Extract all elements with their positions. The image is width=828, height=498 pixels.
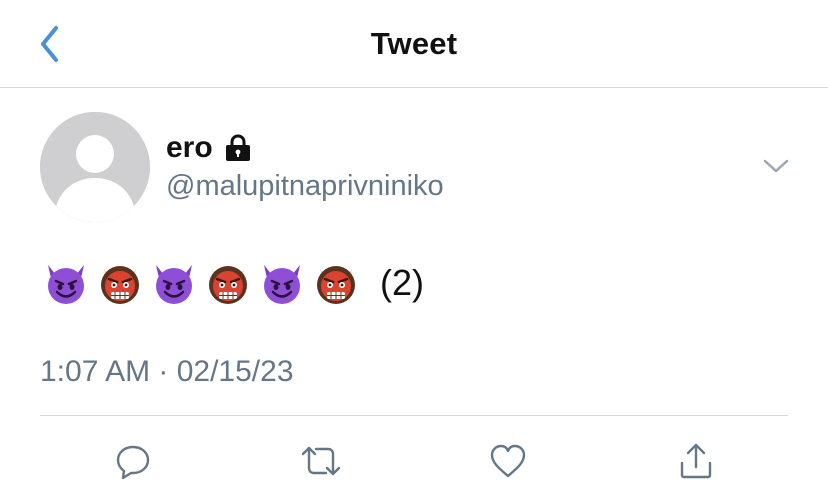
- retweet-button[interactable]: [296, 436, 346, 486]
- lock-icon: [223, 134, 253, 162]
- tweet-timestamp: 1:07 AM · 02/15/23: [40, 355, 294, 388]
- display-name[interactable]: ero: [166, 131, 213, 165]
- tweet-text: (2): [42, 254, 424, 312]
- japanese-ogre-icon: [312, 259, 360, 307]
- author-name-row[interactable]: ero: [166, 130, 253, 166]
- smiling-imp-icon: [150, 259, 198, 307]
- smiling-imp-icon: [42, 259, 90, 307]
- tweet-text-suffix: (2): [380, 262, 424, 303]
- divider: [40, 415, 788, 416]
- japanese-ogre-icon: [96, 259, 144, 307]
- chevron-down-icon: [763, 159, 789, 173]
- user-handle[interactable]: @malupitnaprivniniko: [166, 170, 444, 203]
- page-title: Tweet: [370, 26, 458, 61]
- reply-icon: [116, 445, 150, 480]
- avatar[interactable]: [40, 112, 150, 222]
- smiling-imp-icon: [258, 259, 306, 307]
- tweet-action-bar: [0, 436, 828, 486]
- retweet-icon: [301, 446, 341, 476]
- japanese-ogre-icon: [204, 259, 252, 307]
- navigation-header: Tweet: [0, 0, 828, 88]
- like-button[interactable]: [483, 436, 533, 486]
- heart-icon: [490, 444, 526, 478]
- default-avatar-icon: [40, 112, 150, 222]
- reply-button[interactable]: [108, 436, 158, 486]
- share-icon: [680, 443, 712, 479]
- more-options-button[interactable]: [758, 150, 794, 182]
- share-button[interactable]: [671, 436, 721, 486]
